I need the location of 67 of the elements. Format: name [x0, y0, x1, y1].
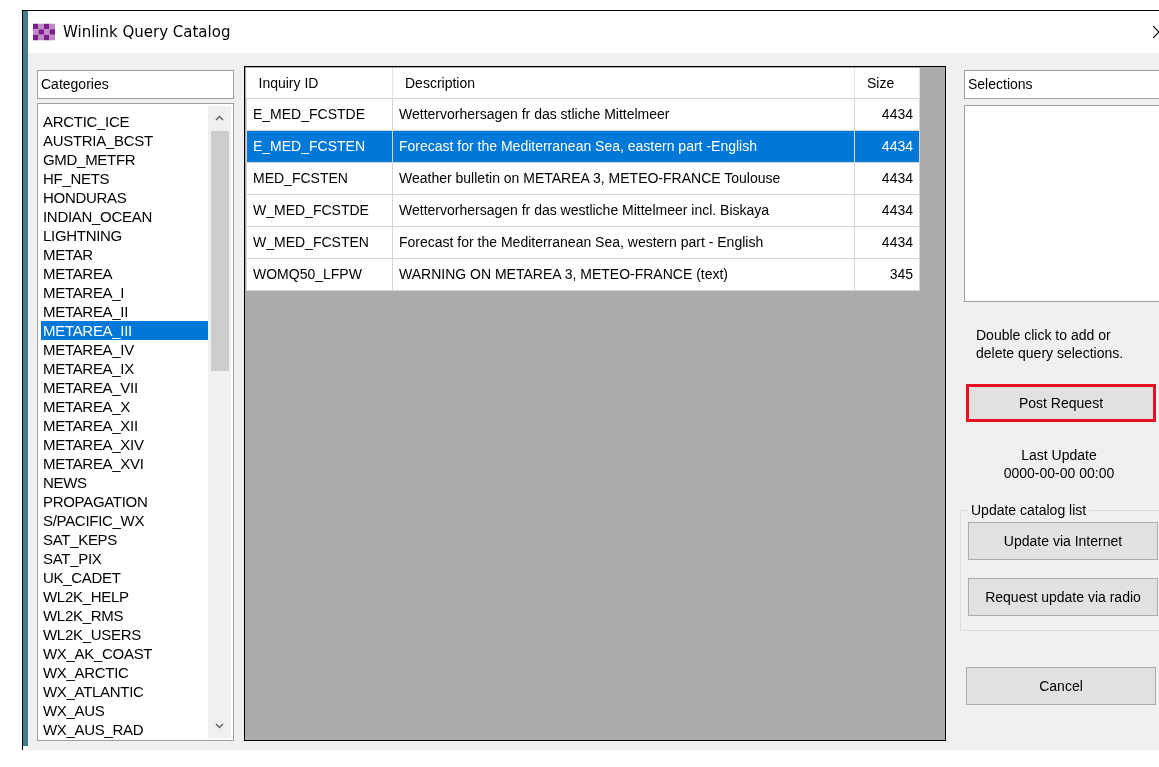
- category-item[interactable]: INDIAN_OCEAN: [41, 207, 208, 226]
- post-request-button[interactable]: Post Request: [966, 384, 1156, 422]
- category-item[interactable]: METAREA_III: [41, 321, 208, 340]
- category-item[interactable]: METAREA_VII: [41, 378, 208, 397]
- table-cell: 4434: [854, 130, 920, 162]
- last-update-label: Last Update: [1020, 446, 1098, 464]
- category-item[interactable]: SAT_PIX: [41, 549, 208, 568]
- table-cell: Forecast for the Mediterranean Sea, eastern part -English: [392, 130, 855, 162]
- update-button[interactable]: Update via Internet: [968, 522, 1158, 560]
- selections-header: Selections: [964, 70, 1159, 99]
- table-cell: E_MED_FCSTDE: [246, 98, 393, 130]
- hint-text: Double click to add or delete query selections.: [976, 326, 1125, 362]
- category-item[interactable]: METAREA_I: [41, 283, 208, 302]
- table-cell: Weather bulletin on METAREA 3, METEO-FRANCE Toulouse: [392, 162, 855, 194]
- category-item[interactable]: UK_CADET: [41, 568, 208, 587]
- last-update-value: 0000-00-00 00:00: [1002, 464, 1116, 482]
- category-item[interactable]: ARCTIC_ICE: [41, 112, 208, 131]
- category-item[interactable]: WL2K_USERS: [41, 625, 208, 644]
- table-cell: WOMQ50_LFPW: [246, 258, 393, 290]
- table-cell: WARNING ON METAREA 3, METEO-FRANCE (text): [392, 258, 855, 290]
- table-cell: 345: [854, 258, 920, 290]
- category-item[interactable]: METAREA: [41, 264, 208, 283]
- app-icon: [33, 23, 55, 41]
- category-item[interactable]: GMD_METFR: [41, 150, 208, 169]
- table-cell: Forecast for the Mediterranean Sea, western part - English: [392, 226, 855, 258]
- category-item[interactable]: WX_AUS: [41, 701, 208, 720]
- scrollbar[interactable]: [208, 106, 231, 738]
- category-item[interactable]: AUSTRIA_BCST: [41, 131, 208, 150]
- group-title: Update catalog list: [970, 502, 1088, 518]
- category-item[interactable]: METAREA_XII: [41, 416, 208, 435]
- table-cell: Wettervorhersagen fr das stliche Mittelmeer: [392, 98, 855, 130]
- category-item[interactable]: METAREA_X: [41, 397, 208, 416]
- category-item[interactable]: SAT_KEPS: [41, 530, 208, 549]
- category-item[interactable]: WX_ATLANTIC: [41, 682, 208, 701]
- category-item[interactable]: METAREA_IV: [41, 340, 208, 359]
- table-cell: W_MED_FCSTEN: [246, 226, 393, 258]
- scroll-thumb[interactable]: [210, 131, 229, 371]
- category-item[interactable]: WL2K_HELP: [41, 587, 208, 606]
- category-item[interactable]: HF_NETS: [41, 169, 208, 188]
- categories-list[interactable]: [37, 103, 234, 741]
- category-item[interactable]: METAREA_XIV: [41, 435, 208, 454]
- category-item[interactable]: METAREA_IX: [41, 359, 208, 378]
- update-button[interactable]: Request update via radio: [968, 578, 1158, 616]
- category-item[interactable]: WX_AK_COAST: [41, 644, 208, 663]
- category-item[interactable]: WX_AUS_RAD: [41, 720, 208, 739]
- categories-header: Categories: [37, 70, 234, 99]
- category-item[interactable]: PROPAGATION: [41, 492, 208, 511]
- category-item[interactable]: METAREA_II: [41, 302, 208, 321]
- table-cell: Wettervorhersagen fr das westliche Mittelmeer incl. Biskaya: [392, 194, 855, 226]
- category-item[interactable]: NEWS: [41, 473, 208, 492]
- category-item[interactable]: HONDURAS: [41, 188, 208, 207]
- category-item[interactable]: METAR: [41, 245, 208, 264]
- cancel-button[interactable]: Cancel: [966, 667, 1156, 705]
- category-item[interactable]: WX_ARCTIC: [41, 663, 208, 682]
- category-item[interactable]: LIGHTNING: [41, 226, 208, 245]
- table-cell: 4434: [854, 194, 920, 226]
- table-cell: 4434: [854, 162, 920, 194]
- table-cell: MED_FCSTEN: [246, 162, 393, 194]
- window-title: Winlink Query Catalog: [63, 23, 231, 41]
- category-item[interactable]: S/PACIFIC_WX: [41, 511, 208, 530]
- category-item[interactable]: WL2K_RMS: [41, 606, 208, 625]
- close-icon[interactable]: [1153, 26, 1159, 38]
- category-item[interactable]: METAREA_XVI: [41, 454, 208, 473]
- table-cell: W_MED_FCSTDE: [246, 194, 393, 226]
- table-cell: E_MED_FCSTEN: [246, 130, 393, 162]
- table-cell: 4434: [854, 98, 920, 130]
- table-cell: 4434: [854, 226, 920, 258]
